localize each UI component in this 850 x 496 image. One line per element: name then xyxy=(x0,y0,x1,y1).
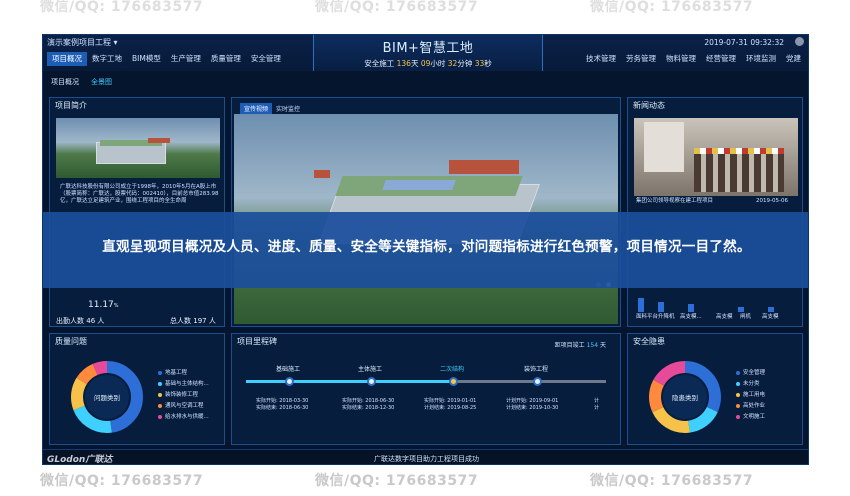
panel-safety: 安全隐患 隐患类别 安全管理 未分类 施工用电 高处作业 文明施工 xyxy=(627,333,803,445)
remain-days: 距项目竣工 154 天 xyxy=(554,342,606,349)
nav-item-environment[interactable]: 环境监测 xyxy=(741,52,781,66)
panel-quality: 质量问题 问题类别 地基工程 基础与主体结构... 装饰装修工程 通风与空调工程… xyxy=(49,333,225,445)
milestone-name: 装饰工程 xyxy=(524,366,549,373)
attendance-count: 出勤人数 46 人 xyxy=(56,317,105,325)
top-bar: 演示案例项目工程 ▾ 2019-07-31 09:32:32 项目概况 数字工地… xyxy=(43,35,808,71)
footer: GLodon广联达 广联达数字项目助力工程项目成功 xyxy=(43,449,808,464)
milestone-info: 计划开始: 2019-09-01 计划结束: 2019-10-30 xyxy=(506,398,559,411)
milestone-name: 主体施工 xyxy=(358,366,383,373)
intro-photo xyxy=(56,118,220,178)
chart-label: 高支模... xyxy=(680,314,702,320)
nav-item-party[interactable]: 党建 xyxy=(781,52,806,66)
panel-title: 项目简介 xyxy=(55,101,87,110)
tab-promo-video[interactable]: 宣传视频 xyxy=(240,103,273,114)
legend-item: 文明施工 xyxy=(736,412,765,420)
nav-item-digital-site[interactable]: 数字工地 xyxy=(87,52,127,66)
milestone-info: 实际开始: 2019-01-01 计划结束: 2019-08-25 xyxy=(424,398,477,411)
panel-title: 安全隐患 xyxy=(633,337,665,346)
donut-center-label: 问题类别 xyxy=(94,394,120,402)
legend-item: 安全管理 xyxy=(736,368,765,376)
panel-milestone: 项目里程碑 距项目竣工 154 天 基础施工 实际开始: 2018-03-30 实… xyxy=(231,333,621,445)
milestone-name: 基础施工 xyxy=(276,366,301,373)
legend-item: 装饰装修工程 xyxy=(158,390,198,398)
project-select[interactable]: 演示案例项目工程 ▾ xyxy=(47,37,118,48)
bar xyxy=(768,307,774,312)
milestone-dot[interactable] xyxy=(533,377,542,386)
milestone-info: 实际开始: 2018-06-30 实际结束: 2018-12-30 xyxy=(342,398,395,411)
footer-text: 广联达数字项目助力工程项目成功 xyxy=(374,455,479,463)
page-title: BIM+智慧工地 xyxy=(382,41,474,56)
intro-text: 广联达科技股份有限公司成立于1998年，2010年5月在A股上市（股票简称：广联… xyxy=(60,184,219,204)
bar xyxy=(658,302,664,312)
milestone-name: 二次结构 xyxy=(440,366,465,373)
dashboard-screen: 演示案例项目工程 ▾ 2019-07-31 09:32:32 项目概况 数字工地… xyxy=(42,34,809,465)
nav-left: 项目概况 数字工地 BIM模型 生产管理 质量管理 安全管理 xyxy=(47,52,286,66)
people-rate: 11.17% xyxy=(88,300,119,310)
nav-right: 技术管理 劳务管理 物料管理 经营管理 环境监测 党建 xyxy=(581,52,806,66)
legend-item: 施工用电 xyxy=(736,390,765,398)
watermark: 微信/QQ: 176683577 xyxy=(590,473,754,489)
safe-counter: 安全施工 136天 09小时 32分钟 33秒 xyxy=(364,59,492,68)
legend-item: 高处作业 xyxy=(736,401,765,409)
tab-live-monitor[interactable]: 实时监控 xyxy=(272,103,304,114)
legend-item: 通风与空调工程 xyxy=(158,401,204,409)
nav-item-safety[interactable]: 安全管理 xyxy=(246,52,286,66)
watermark: 微信/QQ: 176683577 xyxy=(40,473,204,489)
subtab-overview[interactable]: 项目概况 xyxy=(51,77,79,87)
subtab-panorama[interactable]: 全景图 xyxy=(91,77,112,87)
nav-item-production[interactable]: 生产管理 xyxy=(166,52,206,66)
nav-item-labor[interactable]: 劳务管理 xyxy=(621,52,661,66)
legend-item: 给水排水与供暖... xyxy=(158,412,209,420)
timeline-todo xyxy=(456,380,606,383)
panel-title: 质量问题 xyxy=(55,337,87,346)
nav-item-tech[interactable]: 技术管理 xyxy=(581,52,621,66)
watermark: 微信/QQ: 176683577 xyxy=(40,0,204,15)
chart-label: 高支模 xyxy=(762,314,779,320)
page-title-block: BIM+智慧工地 安全施工 136天 09小时 32分钟 33秒 xyxy=(313,35,543,71)
panel-title: 新闻动态 xyxy=(633,101,665,110)
datetime: 2019-07-31 09:32:32 xyxy=(704,38,784,47)
sub-tabs: 项目概况 全景图 xyxy=(51,77,112,87)
banner-text: 直观呈现项目概况及人员、进度、质量、安全等关键指标，对问题指标进行红色预警，项目… xyxy=(102,239,751,255)
timeline-done xyxy=(246,380,456,383)
watermark: 微信/QQ: 176683577 xyxy=(590,0,754,15)
video-tabs: 宣传视频 实时监控 xyxy=(240,103,304,114)
nav-item-material[interactable]: 物料管理 xyxy=(661,52,701,66)
bar xyxy=(738,307,744,312)
chart-label: 闸机 xyxy=(740,314,752,320)
milestone-info: 计计 xyxy=(594,398,600,411)
news-date: 2019-05-06 xyxy=(756,198,788,204)
donut-center-label: 隐患类别 xyxy=(672,394,698,402)
milestone-dot[interactable] xyxy=(367,377,376,386)
legend-item: 地基工程 xyxy=(158,368,187,376)
milestone-dot[interactable] xyxy=(449,377,458,386)
milestone-info: 实际开始: 2018-03-30 实际结束: 2018-06-30 xyxy=(256,398,309,411)
legend-item: 未分类 xyxy=(736,379,760,387)
news-photo[interactable] xyxy=(634,118,798,196)
nav-item-quality[interactable]: 质量管理 xyxy=(206,52,246,66)
watermark: 微信/QQ: 176683577 xyxy=(315,473,479,489)
chart-label: 面料平台升降机 xyxy=(636,314,675,320)
nav-item-business[interactable]: 经营管理 xyxy=(701,52,741,66)
news-caption[interactable]: 集团公司领导视察在建工程项目 xyxy=(636,198,713,205)
nav-item-bim-model[interactable]: BIM模型 xyxy=(127,52,166,66)
watermark: 微信/QQ: 176683577 xyxy=(315,0,479,15)
info-banner: 直观呈现项目概况及人员、进度、质量、安全等关键指标，对问题指标进行红色预警，项目… xyxy=(43,212,808,288)
panel-title: 项目里程碑 xyxy=(237,337,277,346)
total-count: 总人数 197 人 xyxy=(170,317,216,325)
bar xyxy=(688,304,694,312)
user-icon[interactable] xyxy=(795,37,804,46)
legend-item: 基础与主体结构... xyxy=(158,379,209,387)
chart-label: 高支模 xyxy=(716,314,733,320)
bar xyxy=(638,298,644,312)
nav-item-overview[interactable]: 项目概况 xyxy=(47,52,87,66)
milestone-dot[interactable] xyxy=(285,377,294,386)
